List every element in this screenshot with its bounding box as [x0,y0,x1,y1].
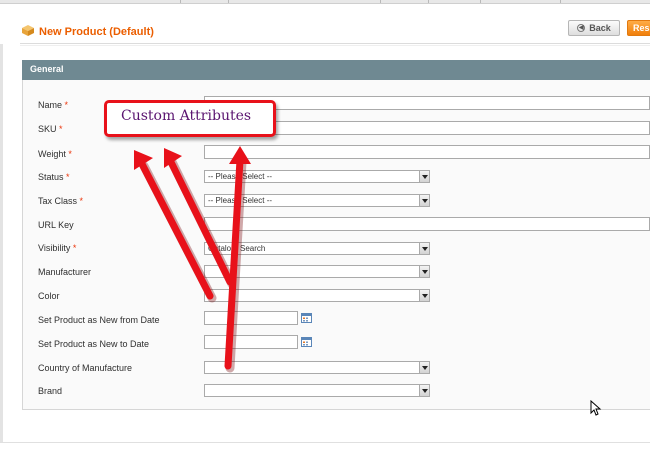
arrow-head [229,146,251,164]
arrow-shaft [138,160,214,300]
annotation-arrows [134,146,251,373]
arrow-shaft [166,156,234,286]
custom-attributes-callout: Custom Attributes [104,100,276,137]
mouse-pointer-icon [590,400,602,416]
footer-divider [0,442,650,443]
